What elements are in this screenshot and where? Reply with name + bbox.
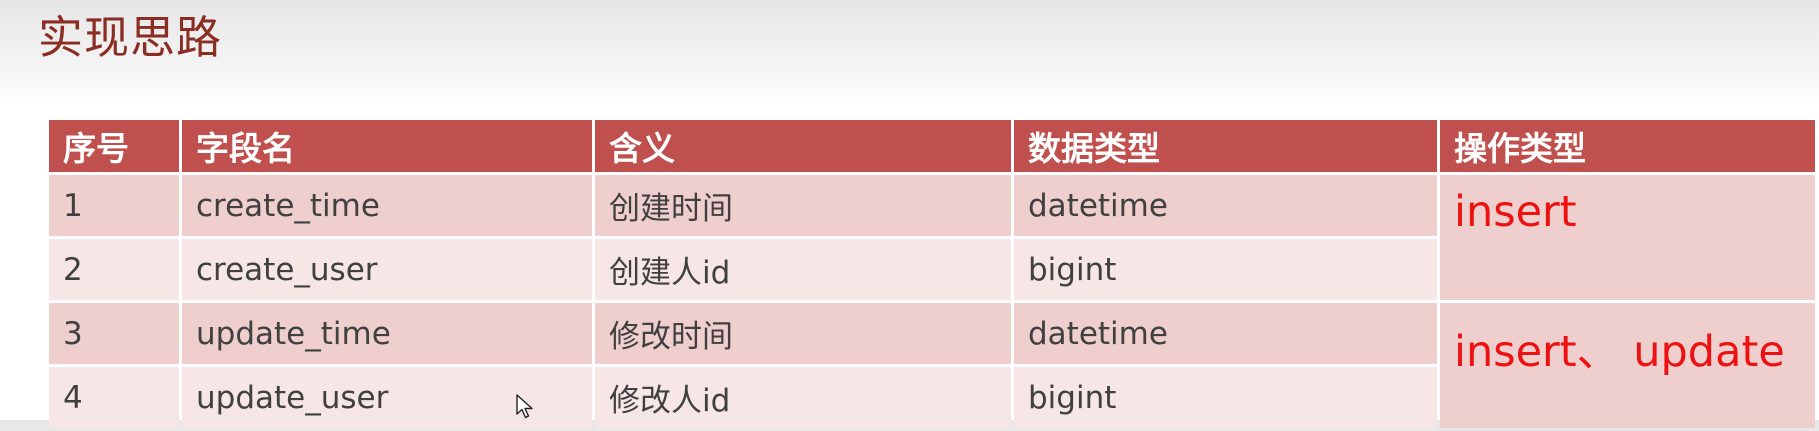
row-index: 4 bbox=[49, 367, 179, 428]
row-index: 1 bbox=[49, 175, 179, 236]
row-meaning: 修改时间 bbox=[595, 303, 1011, 364]
header-operation-type: 操作类型 bbox=[1440, 120, 1815, 172]
operation-insert-update: insert、 update bbox=[1440, 303, 1815, 428]
row-data-type: bigint bbox=[1014, 239, 1437, 300]
table-header-row: 序号 字段名 含义 数据类型 操作类型 bbox=[49, 120, 1815, 172]
header-field-name: 字段名 bbox=[182, 120, 592, 172]
table-row: 3 update_time 修改时间 datetime insert、 upda… bbox=[49, 303, 1815, 428]
row-index: 2 bbox=[49, 239, 179, 300]
row-index: 3 bbox=[49, 303, 179, 364]
table-row: 1 create_time 创建时间 datetime insert bbox=[49, 175, 1815, 300]
row-meaning: 创建人id bbox=[595, 239, 1011, 300]
operation-insert: insert bbox=[1440, 175, 1815, 300]
row-meaning: 创建时间 bbox=[595, 175, 1011, 236]
row-field-name: create_user bbox=[182, 239, 592, 300]
row-field-name: create_time bbox=[182, 175, 592, 236]
row-data-type: datetime bbox=[1014, 303, 1437, 364]
mouse-cursor-icon bbox=[516, 394, 533, 419]
header-meaning: 含义 bbox=[595, 120, 1011, 172]
header-data-type: 数据类型 bbox=[1014, 120, 1437, 172]
page-title: 实现思路 bbox=[38, 11, 223, 64]
row-meaning: 修改人id bbox=[595, 367, 1011, 428]
row-data-type: datetime bbox=[1014, 175, 1437, 236]
row-data-type: bigint bbox=[1014, 367, 1437, 428]
header-index: 序号 bbox=[49, 120, 179, 172]
fields-table: 序号 字段名 含义 数据类型 操作类型 1 create_time 创建时间 d… bbox=[46, 117, 1818, 431]
row-field-name: update_time bbox=[182, 303, 592, 364]
